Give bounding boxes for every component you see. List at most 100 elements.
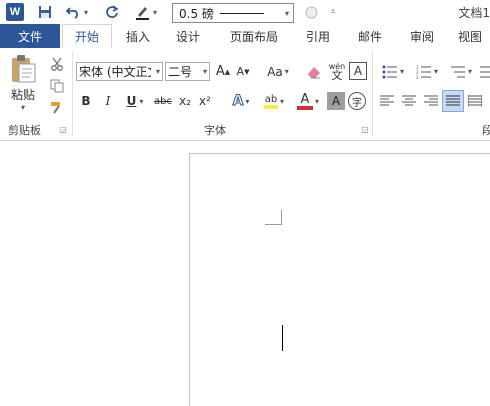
strikethrough-button[interactable]: abc <box>152 92 174 110</box>
brush-icon <box>51 102 60 114</box>
more-icon: ⩡ <box>330 7 336 17</box>
format-painter-button[interactable] <box>46 98 68 118</box>
copy-button[interactable] <box>46 76 68 96</box>
align-left-button[interactable] <box>378 92 396 110</box>
document-workspace <box>0 141 490 406</box>
redo-button[interactable] <box>102 0 122 24</box>
save-icon <box>39 6 51 18</box>
document-page[interactable] <box>189 153 490 406</box>
text-effects-button[interactable]: A ▾ <box>226 92 256 110</box>
multilevel-list-button[interactable]: ▾ <box>446 62 476 81</box>
superscript-button[interactable]: x² <box>196 92 214 110</box>
chevron-down-icon: ▾ <box>314 96 319 106</box>
distributed-icon <box>468 95 482 107</box>
chevron-down-icon: ▾ <box>399 67 404 76</box>
customize-toolbar-button[interactable]: ⩡ <box>326 0 340 24</box>
ribbon-home: 粘贴 ▾ 剪贴板 ◲ 宋体 (中文正文) ▾ 二号 ▾ A▲ A▼ Aa ▾ w… <box>0 48 490 141</box>
character-border-icon: A <box>353 64 363 78</box>
font-size-value: 二号 <box>168 65 193 79</box>
phonetic-guide-button[interactable]: wén 文 <box>327 60 347 82</box>
pen-color-button[interactable]: ▾ <box>130 0 162 24</box>
paragraph-group-label: 段 <box>482 124 490 137</box>
align-right-icon <box>424 95 438 106</box>
tab-mailings[interactable]: 邮件 <box>346 24 394 48</box>
tab-insert[interactable]: 插入 <box>116 24 160 48</box>
highlight-button[interactable]: ab ▾ <box>258 90 290 112</box>
text-cursor <box>282 325 283 351</box>
change-case-label: Aa <box>267 64 283 79</box>
tab-page-layout[interactable]: 页面布局 <box>218 24 290 48</box>
undo-icon <box>65 7 78 19</box>
tab-design[interactable]: 设计 <box>164 24 212 48</box>
numbering-button[interactable]: 123 ▾ <box>412 62 442 81</box>
copy-icon <box>50 79 64 93</box>
chevron-down-icon: ▾ <box>284 67 289 76</box>
svg-text:3: 3 <box>416 75 419 79</box>
chevron-down-icon: ▾ <box>433 67 438 76</box>
tab-file[interactable]: 文件 <box>0 24 60 48</box>
group-divider <box>372 52 373 136</box>
title-bar: W ▾ ▾ 0.5 磅 ▾ ⩡ 文档1 <box>0 0 490 24</box>
chevron-down-icon: ▾ <box>83 7 88 17</box>
undo-button[interactable]: ▾ <box>62 0 92 24</box>
italic-button[interactable]: I <box>100 92 116 110</box>
tab-references[interactable]: 引用 <box>294 24 342 48</box>
paste-icon <box>12 55 36 83</box>
circle-icon <box>305 6 317 18</box>
paste-button[interactable]: 粘贴 ▾ <box>6 54 40 112</box>
font-name-select[interactable]: 宋体 (中文正文) ▾ <box>76 62 163 81</box>
distributed-button[interactable] <box>466 92 484 110</box>
decrease-indent-button[interactable] <box>480 62 490 81</box>
shrink-font-button[interactable]: A ▼ <box>234 62 252 81</box>
group-divider <box>72 52 73 136</box>
justify-button[interactable] <box>442 90 464 112</box>
character-border-button[interactable]: A <box>349 62 367 80</box>
text-effects-icon: A <box>232 93 244 110</box>
bullet-list-icon <box>382 65 397 78</box>
shape-outline-button[interactable] <box>302 0 320 24</box>
font-color-button[interactable]: A ▾ <box>292 90 324 112</box>
subscript-button[interactable]: x₂ <box>176 92 194 110</box>
chevron-down-icon: ▾ <box>202 67 207 76</box>
margin-corner-mark <box>265 210 282 225</box>
enclose-characters-button[interactable]: 字 <box>348 92 366 110</box>
grow-font-button[interactable]: A ▲ <box>214 62 232 81</box>
scissors-icon <box>51 57 63 71</box>
font-color-swatch <box>296 105 313 110</box>
bold-button[interactable]: B <box>78 92 94 110</box>
pen-icon <box>135 7 149 20</box>
redo-icon <box>106 5 119 18</box>
clear-formatting-button[interactable] <box>304 62 324 81</box>
highlight-icon: ab <box>264 93 278 105</box>
font-launcher-icon[interactable]: ◲ <box>360 124 370 134</box>
numbered-list-icon: 123 <box>416 65 431 79</box>
font-group-label: 字体 <box>204 124 226 137</box>
align-right-button[interactable] <box>422 92 440 110</box>
cut-button[interactable] <box>46 54 68 74</box>
clipboard-launcher-icon[interactable]: ◲ <box>58 124 68 134</box>
font-size-select[interactable]: 二号 ▾ <box>165 62 210 81</box>
justify-icon <box>446 95 460 106</box>
bullets-button[interactable]: ▾ <box>378 62 408 81</box>
tab-view[interactable]: 视图 <box>450 24 490 48</box>
character-shading-button[interactable]: A <box>327 92 345 110</box>
change-case-button[interactable]: Aa ▾ <box>262 62 294 81</box>
grow-font-icon: A <box>215 64 225 79</box>
paste-label: 粘贴 <box>10 88 35 102</box>
word-logo-icon[interactable]: W <box>6 3 24 21</box>
chevron-down-icon: ▾ <box>20 103 25 112</box>
chevron-down-icon: ▾ <box>284 8 289 18</box>
tab-review[interactable]: 审阅 <box>398 24 446 48</box>
chevron-down-icon: ▾ <box>245 96 250 106</box>
underline-icon: U <box>126 94 137 108</box>
line-weight-select[interactable]: 0.5 磅 ▾ <box>172 3 294 23</box>
align-left-icon <box>380 95 394 106</box>
document-title: 文档1 <box>458 6 490 20</box>
ribbon-tabs: 文件 开始 插入 设计 页面布局 引用 邮件 审阅 视图 <box>0 24 490 49</box>
underline-button[interactable]: U ▾ <box>120 92 150 110</box>
font-name-value: 宋体 (中文正文) <box>79 65 151 79</box>
align-center-button[interactable] <box>400 92 418 110</box>
tab-home[interactable]: 开始 <box>62 24 112 48</box>
save-button[interactable] <box>34 0 56 24</box>
chevron-down-icon: ▾ <box>139 96 144 106</box>
